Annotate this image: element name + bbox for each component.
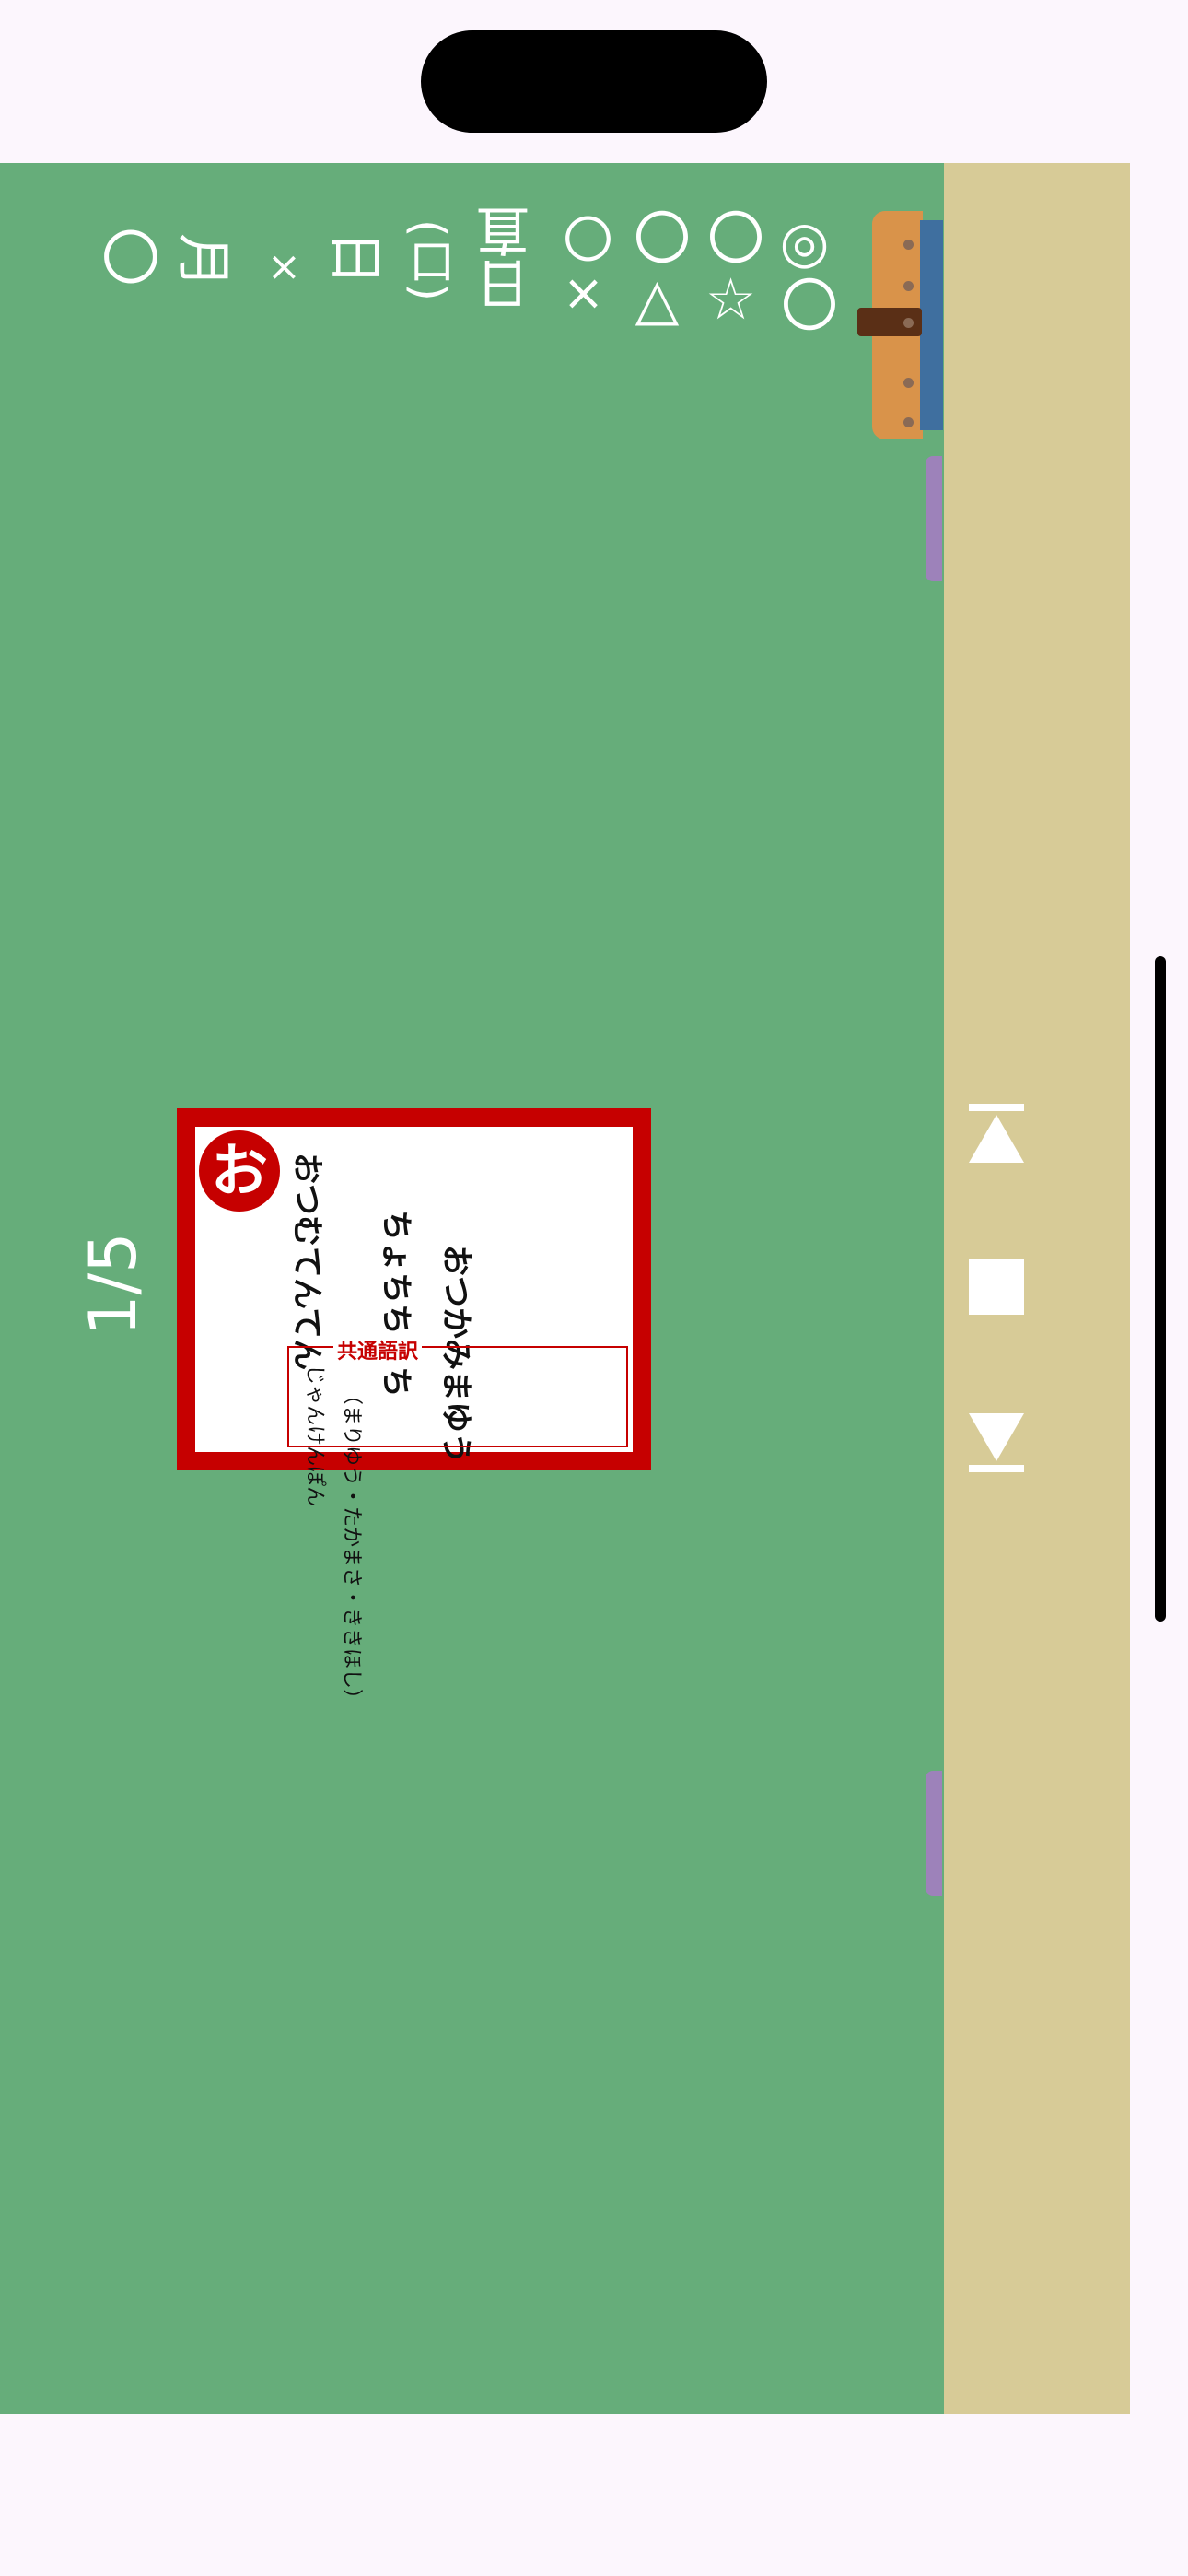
skip-previous-icon — [969, 1104, 1024, 1163]
duty-mark-1: 〇× — [554, 214, 612, 322]
translation-line-2: （まりゆう・たかまさ・ききほし） — [340, 1385, 363, 1710]
chalk-icon — [926, 456, 942, 581]
date-day-kanji: 日 — [322, 230, 387, 286]
duty-mark-2: 〇△ — [623, 208, 691, 333]
dynamic-island — [421, 30, 767, 133]
eraser-rivet — [903, 378, 914, 388]
translation-box: 共通語訳 じゃんけんぽん （まりゆう・たかまさ・ききほし） — [287, 1335, 628, 1709]
eraser-felt — [920, 220, 943, 430]
stop-button[interactable] — [969, 1259, 1024, 1315]
eraser-rivet — [903, 240, 914, 250]
eraser-rivet — [903, 318, 914, 328]
card-face: お おつむてんてん ちょちちょち おつかみまゆう 共通語訳 じゃんけんぽん （ま… — [195, 1127, 633, 1709]
card-initial-badge: お — [199, 1130, 280, 1212]
duty-mark-4: ◎〇 — [771, 208, 838, 333]
translation-header: 共通語訳 — [333, 1335, 423, 1364]
chalk-icon — [926, 1771, 942, 1896]
page-indicator: 1/5 — [76, 1232, 151, 1336]
duty-mark-3: 〇☆ — [697, 208, 764, 333]
date-month-blank: 〇 — [101, 226, 160, 294]
date-month-kanji: 月 — [170, 233, 235, 288]
skip-next-button[interactable] — [969, 1413, 1024, 1472]
skip-next-icon — [969, 1413, 1024, 1472]
translation-line-1: じゃんけんぽん — [303, 1364, 326, 1507]
eraser-rivet — [903, 281, 914, 291]
scroll-indicator[interactable] — [1155, 956, 1166, 1622]
eraser-rivet — [903, 417, 914, 427]
date-weekday: (口) — [402, 219, 455, 302]
card-line-1: おつむてんてん — [288, 1153, 325, 1371]
date-times: × — [267, 243, 301, 290]
duty-label: 日直 — [476, 205, 539, 311]
skip-previous-button[interactable] — [969, 1104, 1024, 1163]
karuta-card[interactable]: お おつむてんてん ちょちちょち おつかみまゆう 共通語訳 じゃんけんぽん （ま… — [177, 1108, 651, 1709]
